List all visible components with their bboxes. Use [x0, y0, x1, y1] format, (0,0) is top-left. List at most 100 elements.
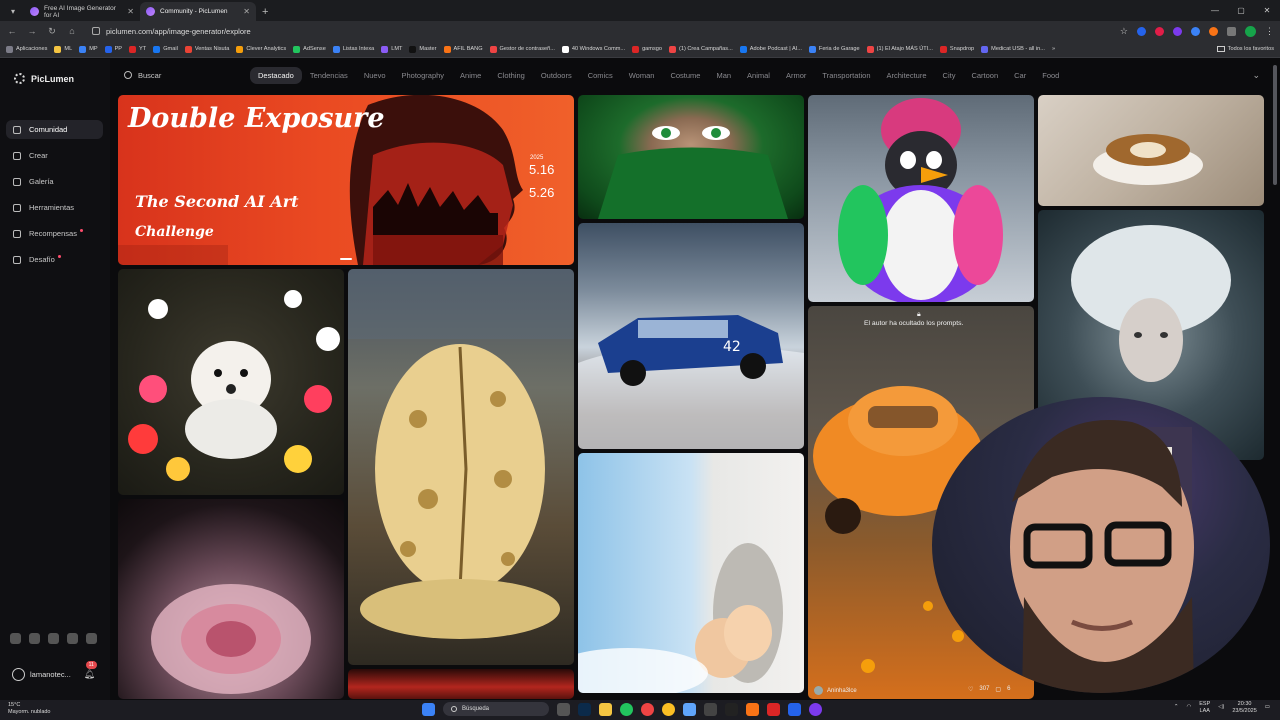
bookmark-item[interactable]: Gestor de contraseñ...: [489, 45, 555, 53]
category-tab[interactable]: Costume: [662, 67, 708, 84]
menu-dots-icon[interactable]: ⋮: [1265, 26, 1274, 37]
task-view-icon[interactable]: [557, 702, 570, 716]
apple-icon[interactable]: [67, 633, 78, 644]
bookmark-item[interactable]: YT: [129, 45, 146, 53]
taskbar-search[interactable]: Búsqueda: [443, 702, 549, 716]
home-icon[interactable]: ⌂: [66, 26, 78, 36]
category-tab[interactable]: Man: [708, 67, 739, 84]
bookmark-item[interactable]: Medicat USB - all in...: [981, 45, 1045, 53]
sidebar-item-5[interactable]: Recompensas: [6, 224, 103, 243]
sidebar-item-6[interactable]: Desafío: [6, 250, 103, 269]
category-tab[interactable]: Armor: [778, 67, 814, 84]
image-card-red-pattern[interactable]: [348, 669, 574, 699]
scrollbar[interactable]: [1273, 65, 1277, 185]
brave-icon[interactable]: [746, 702, 759, 716]
bookmark-item[interactable]: (1) El Atajo MÁS ÚTI...: [866, 45, 933, 53]
extension-icon[interactable]: [1173, 26, 1182, 36]
bookmark-item[interactable]: Master: [409, 45, 437, 53]
app-icon[interactable]: [809, 702, 822, 716]
image-card-latte-art[interactable]: [1038, 95, 1264, 206]
bookmark-item[interactable]: Snapdrop: [939, 45, 974, 53]
extensions-puzzle-icon[interactable]: [1227, 26, 1236, 36]
new-tab-button[interactable]: +: [262, 6, 268, 18]
category-tab[interactable]: Destacado: [250, 66, 302, 84]
heart-icon[interactable]: ♡: [968, 686, 973, 693]
file-explorer-icon[interactable]: [599, 702, 612, 716]
image-card-kittens-window[interactable]: [578, 453, 804, 693]
close-icon[interactable]: ✕: [127, 7, 134, 16]
category-tab[interactable]: City: [935, 67, 964, 84]
category-tab[interactable]: Animal: [739, 67, 778, 84]
discord-icon[interactable]: [10, 633, 21, 644]
category-tab[interactable]: Food: [1034, 67, 1067, 84]
card-author[interactable]: Aninha3lce: [827, 688, 857, 694]
bookmark-item[interactable]: Clever Analytics: [236, 45, 286, 53]
bookmark-item[interactable]: AFIL BANG: [443, 45, 483, 53]
category-tab[interactable]: Comics: [580, 67, 621, 84]
maximize-icon[interactable]: ▢: [1228, 0, 1254, 20]
bookmark-item[interactable]: AdSense: [293, 45, 326, 53]
sidebar-item-1[interactable]: Comunidad: [6, 120, 103, 139]
image-card-puppy-flowers[interactable]: [118, 269, 344, 495]
bookmarks-overflow-icon[interactable]: »: [1052, 46, 1055, 52]
sidebar-item-3[interactable]: Galería: [6, 172, 103, 191]
carousel-dots[interactable]: [340, 258, 352, 260]
browser-icon[interactable]: [641, 702, 654, 716]
reload-icon[interactable]: ↻: [46, 26, 58, 37]
extension-icon[interactable]: [1137, 26, 1146, 36]
image-card-rainbow-penguin[interactable]: [808, 95, 1034, 302]
category-tab[interactable]: Outdoors: [533, 67, 580, 84]
bookmark-item[interactable]: ML: [54, 45, 72, 53]
volume-icon[interactable]: ◁): [1218, 704, 1224, 711]
category-tab[interactable]: Car: [1006, 67, 1034, 84]
facebook-icon[interactable]: [29, 633, 40, 644]
bookmark-item[interactable]: gamsgo: [632, 45, 662, 53]
close-window-icon[interactable]: ✕: [1254, 0, 1280, 20]
bookmark-item[interactable]: PP: [104, 45, 122, 53]
piclumen-logo[interactable]: PicLumen: [14, 73, 74, 84]
category-tab[interactable]: Clothing: [489, 67, 533, 84]
category-tab[interactable]: Nuevo: [356, 67, 394, 84]
wifi-icon[interactable]: ◠: [1186, 704, 1191, 711]
bookmark-item[interactable]: MP: [79, 45, 98, 53]
bookmark-item[interactable]: Adobe Podcast | AI...: [739, 45, 802, 53]
image-card-rally-car[interactable]: 42: [578, 223, 804, 449]
category-tab[interactable]: Cartoon: [963, 67, 1006, 84]
bookmark-item[interactable]: Ventas Nisuta: [184, 45, 229, 53]
youtube-icon[interactable]: [86, 633, 97, 644]
minimize-icon[interactable]: —: [1202, 0, 1228, 20]
category-tab[interactable]: Photography: [394, 67, 453, 84]
search-input[interactable]: Buscar: [114, 65, 250, 85]
back-icon[interactable]: ←: [6, 26, 18, 36]
image-card-cheese-egg[interactable]: [348, 269, 574, 665]
comment-icon[interactable]: ▢: [995, 686, 1001, 693]
category-tab[interactable]: Architecture: [879, 67, 935, 84]
forward-icon[interactable]: →: [26, 26, 38, 36]
app-icon[interactable]: [704, 702, 717, 716]
app-icon[interactable]: [788, 702, 801, 716]
avatar[interactable]: [814, 686, 823, 695]
extension-icon[interactable]: [1191, 26, 1200, 36]
tab-menu-icon[interactable]: ▾: [6, 4, 20, 18]
image-card-glass-rose[interactable]: [118, 499, 344, 699]
category-tab[interactable]: Anime: [452, 67, 489, 84]
bookmark-item[interactable]: Aplicaciones: [6, 45, 47, 53]
category-tab[interactable]: Tendencias: [302, 67, 356, 84]
url-field[interactable]: piclumen.com/app/image-generator/explore: [92, 27, 251, 36]
avatar[interactable]: [12, 667, 25, 681]
bell-icon[interactable]: 🔔︎ 11: [84, 660, 97, 680]
all-bookmarks[interactable]: Todos los favoritos: [1216, 46, 1274, 52]
tab-image-generator[interactable]: Free AI Image Generator for AI ✕: [24, 2, 140, 21]
app-icon[interactable]: [683, 702, 696, 716]
sidebar-item-2[interactable]: Crear: [6, 146, 103, 165]
language-indicator[interactable]: ESP LAA: [1199, 701, 1210, 714]
bookmark-item[interactable]: 40 Windows Comm...: [561, 45, 625, 53]
profile-avatar[interactable]: [1245, 25, 1256, 37]
bookmark-item[interactable]: Listas Intexa: [332, 45, 374, 53]
challenge-banner[interactable]: Double Exposure The Second AI Art Challe…: [118, 95, 574, 265]
close-icon[interactable]: ✕: [243, 7, 250, 16]
bookmark-item[interactable]: Gmail: [153, 45, 178, 53]
star-icon[interactable]: ☆: [1120, 26, 1128, 37]
extension-icon[interactable]: [1155, 26, 1164, 36]
app-icon[interactable]: [725, 702, 738, 716]
